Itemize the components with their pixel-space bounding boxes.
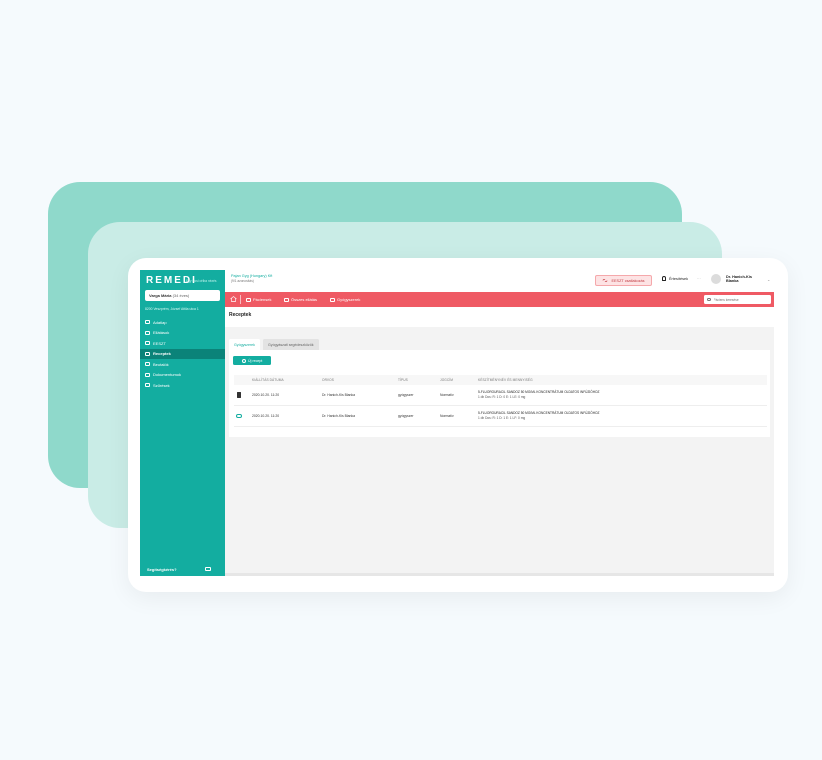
new-prescription-button[interactable]: Új recept: [233, 356, 271, 365]
sidebar-item-label: Ellátások: [153, 330, 170, 336]
pharmacy-id: (9/1 azonosítás): [231, 279, 254, 283]
search-input[interactable]: [713, 297, 769, 302]
sidebar-item-label: Adatlap: [153, 319, 167, 325]
app-window-frame: REMEDI Egy kicsi célba nézés Varga Mária…: [128, 258, 788, 592]
row-legal: Normatív: [440, 414, 454, 418]
chat-icon[interactable]: [205, 567, 211, 571]
row-doctor: Dr. Hanich-Kis Blanka: [322, 393, 355, 397]
patient-selector[interactable]: Varga Mária (34 éves): [145, 290, 220, 301]
row-type: gyógyszer: [398, 414, 414, 418]
table-row[interactable]: 2020.10.20. 11:20 Dr. Hanich-Kis Blanka …: [234, 385, 767, 406]
sidebar: REMEDI Egy kicsi célba nézés Varga Mária…: [140, 270, 225, 576]
pharmacy-name[interactable]: Pajan Gyg (Hungary) Kft: [231, 274, 272, 278]
sidebar-item-label: EESZT: [153, 340, 166, 346]
notifications-label: Értesítések: [669, 276, 688, 281]
page-title: Receptek: [229, 312, 252, 318]
sidebar-item-receptek[interactable]: Receptek: [140, 348, 225, 359]
profile-icon: [145, 320, 150, 325]
table-header: KIÁLLÍTÁS DÁTUMA ORVOS TÍPUS JOGCÍM KÉSZ…: [234, 375, 767, 385]
bell-icon: [662, 276, 666, 281]
app-screen: REMEDI Egy kicsi célba nézés Varga Mária…: [140, 270, 774, 578]
column-header-product[interactable]: KÉSZÍTMÉNYNÉV ÉS MENNYISÉG: [478, 378, 533, 382]
document-icon: [237, 392, 241, 398]
toolbar-item-patients[interactable]: Páciensek: [246, 292, 271, 307]
referral-icon: [145, 362, 150, 367]
patients-icon: [246, 297, 251, 302]
patient-name: Varga Mária: [149, 293, 172, 298]
search-icon: [707, 297, 711, 302]
sidebar-item-eeszt[interactable]: EESZT: [140, 338, 225, 349]
patient-search[interactable]: [704, 295, 771, 304]
more-icon[interactable]: ···: [697, 277, 701, 281]
prescriptions-panel: Új recept KIÁLLÍTÁS DÁTUMA ORVOS TÍPUS J…: [229, 350, 770, 437]
top-header: Pajan Gyg (Hungary) Kft (9/1 azonosítás)…: [225, 270, 774, 292]
row-date: 2020.10.20. 11:20: [252, 393, 280, 397]
prescription-icon: [145, 351, 150, 356]
row-product: 5-FLUOROURACIL SANDOZ 50 MG/ML KONCENTRÁ…: [478, 411, 600, 421]
sidebar-item-dokumentumok[interactable]: Dokumentumok: [140, 370, 225, 381]
row-date: 2020.10.20. 11:20: [252, 414, 280, 418]
cloud-icon: [236, 413, 242, 418]
sidebar-item-beutalok[interactable]: Beutalók: [140, 359, 225, 370]
tab-medicines[interactable]: Gyógyszerek: [229, 339, 260, 350]
prescriptions-table: KIÁLLÍTÁS DÁTUMA ORVOS TÍPUS JOGCÍM KÉSZ…: [234, 375, 767, 427]
toolbar-item-medicines[interactable]: Gyógyszerek: [330, 292, 360, 307]
main-toolbar: Páciensek Összes ellátás Gyógyszerek: [225, 292, 774, 307]
sidebar-item-szuresek[interactable]: Szűrések: [140, 380, 225, 391]
sidebar-nav: Adatlap Ellátások EESZT Receptek Beutaló…: [140, 317, 225, 391]
eeszt-connect-button[interactable]: EESZT csatlakozás: [595, 275, 652, 286]
avatar[interactable]: [711, 274, 721, 284]
patient-address: 8200 Veszprém, József Attila utca 1: [145, 307, 199, 311]
main-content: Receptek Gyógyszerek Gyógyászati segédes…: [225, 307, 774, 576]
column-header-doctor[interactable]: ORVOS: [322, 378, 334, 382]
notifications-button[interactable]: Értesítések ···: [662, 276, 701, 281]
row-legal: Normatív: [440, 393, 454, 397]
toolbar-divider: [240, 295, 241, 304]
sidebar-item-adatlap[interactable]: Adatlap: [140, 317, 225, 328]
screening-icon: [145, 383, 150, 388]
sidebar-item-label: Receptek: [153, 351, 171, 357]
help-link[interactable]: Segítségkérés?: [147, 567, 177, 572]
toolbar-item-label: Gyógyszerek: [337, 297, 361, 302]
row-product-dosage: 1 db Dos: R: 1 D: 1 E: 1 LF: 0 mg: [478, 416, 526, 421]
patient-age: (34 éves): [172, 293, 190, 298]
row-product: 5-FLUOROURACIL SANDOZ 50 MG/ML KONCENTRÁ…: [478, 390, 600, 400]
chevron-down-icon[interactable]: ⌄: [767, 277, 770, 282]
table-row[interactable]: 2020.10.20. 11:20 Dr. Hanich-Kis Blanka …: [234, 406, 767, 427]
home-icon[interactable]: [230, 296, 237, 302]
sidebar-item-label: Dokumentumok: [153, 372, 182, 378]
column-header-legal[interactable]: JOGCÍM: [440, 378, 453, 382]
column-header-date[interactable]: KIÁLLÍTÁS DÁTUMA: [252, 378, 284, 382]
tabs: Gyógyszerek Gyógyászati segédeszközök: [229, 339, 319, 350]
list-icon: [145, 330, 150, 335]
new-prescription-label: Új recept: [248, 358, 263, 363]
sidebar-item-ellatasok[interactable]: Ellátások: [140, 328, 225, 339]
toolbar-item-label: Összes ellátás: [291, 297, 318, 302]
link-icon: [603, 278, 608, 283]
eeszt-icon: [145, 341, 150, 346]
sidebar-item-label: Beutalók: [153, 361, 169, 367]
row-type: gyógyszer: [398, 393, 414, 397]
toolbar-item-label: Páciensek: [253, 297, 272, 302]
tab-medical-aids[interactable]: Gyógyászati segédeszközök: [262, 339, 319, 350]
medicines-icon: [330, 297, 335, 302]
logo-tagline: Egy kicsi célba nézés: [186, 279, 217, 283]
toolbar-item-all-care[interactable]: Összes ellátás: [284, 292, 317, 307]
care-icon: [284, 297, 289, 302]
plus-icon: [241, 358, 246, 363]
column-header-type[interactable]: TÍPUS: [398, 378, 408, 382]
horizontal-scrollbar[interactable]: [225, 573, 774, 576]
sidebar-item-label: Szűrések: [153, 382, 170, 388]
user-name[interactable]: Dr. Hanich-Kis Blanka: [726, 275, 756, 284]
documents-icon: [145, 372, 150, 377]
row-doctor: Dr. Hanich-Kis Blanka: [322, 414, 355, 418]
eeszt-connect-label: EESZT csatlakozás: [611, 278, 645, 283]
row-product-dosage: 1 db Dos: R: 1 D: 0 E: 1 LE: 0 mg: [478, 395, 526, 400]
page-title-bar: Receptek: [225, 307, 774, 327]
